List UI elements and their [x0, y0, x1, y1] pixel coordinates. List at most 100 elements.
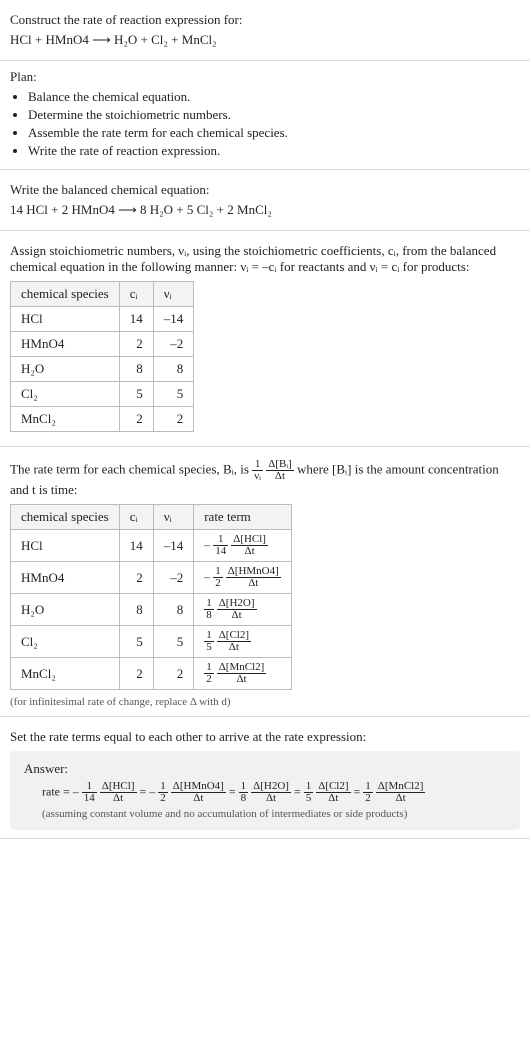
plan-item: Write the rate of reaction expression. — [28, 143, 520, 159]
cell-ci: 2 — [119, 562, 153, 594]
col-species: chemical species — [11, 505, 120, 530]
cell-rate: – 12 Δ[HMnO4]Δt — [194, 562, 292, 594]
cell-vi: –2 — [153, 332, 194, 357]
cell-vi: 5 — [153, 626, 194, 658]
term-conc-frac: Δ[H2O]Δt — [251, 781, 291, 804]
cell-vi: 8 — [153, 594, 194, 626]
table-row: MnCl₂ 2 2 12 Δ[MnCl2]Δt — [11, 658, 292, 690]
rate-conc-frac: Δ[MnCl2]Δt — [217, 662, 267, 685]
cell-species: MnCl₂ — [11, 407, 120, 432]
cell-vi: –14 — [153, 530, 194, 562]
cell-ci: 8 — [119, 594, 153, 626]
table-row: HCl 14 –14 — [11, 307, 194, 332]
table-row: HMnO4 2 –2 – 12 Δ[HMnO4]Δt — [11, 562, 292, 594]
cell-vi: –2 — [153, 562, 194, 594]
intro-equation: HCl + HMnO4 ⟶ H₂O + Cl₂ + MnCl₂ — [10, 32, 520, 48]
table-header-row: chemical species cᵢ νᵢ — [11, 282, 194, 307]
term-coef-frac: 114 — [82, 781, 97, 804]
balanced-equation: 14 HCl + 2 HMnO4 ⟶ 8 H₂O + 5 Cl₂ + 2 MnC… — [10, 202, 520, 218]
generic-conc-frac: Δ[Bᵢ]Δt — [266, 459, 294, 482]
col-vi: νᵢ — [153, 282, 194, 307]
rate-conc-frac: Δ[Cl2]Δt — [217, 630, 251, 653]
cell-species: Cl₂ — [11, 382, 120, 407]
final-section: Set the rate terms equal to each other t… — [0, 717, 530, 839]
term-conc-frac: Δ[HMnO4]Δt — [171, 781, 226, 804]
cell-vi: 5 — [153, 382, 194, 407]
cell-ci: 2 — [119, 407, 153, 432]
stoich-section: Assign stoichiometric numbers, νᵢ, using… — [0, 231, 530, 447]
cell-ci: 2 — [119, 332, 153, 357]
rate-coef-frac: 12 — [213, 566, 223, 589]
rate-coef-frac: 15 — [204, 630, 214, 653]
term-coef-frac: 12 — [158, 781, 168, 804]
cell-species: H₂O — [11, 357, 120, 382]
cell-species: Cl₂ — [11, 626, 120, 658]
plan-item: Balance the chemical equation. — [28, 89, 520, 105]
term-conc-frac: Δ[Cl2]Δt — [316, 781, 350, 804]
term-conc-frac: Δ[MnCl2]Δt — [376, 781, 426, 804]
cell-ci: 14 — [119, 530, 153, 562]
col-ci: cᵢ — [119, 282, 153, 307]
rate-coef-frac: 114 — [213, 534, 228, 557]
rate-conc-frac: Δ[HCl]Δt — [231, 534, 268, 557]
rate-coef-frac: 18 — [204, 598, 214, 621]
rateterm-intro-a: The rate term for each chemical species,… — [10, 461, 252, 476]
table-row: HMnO4 2 –2 — [11, 332, 194, 357]
plan-item: Determine the stoichiometric numbers. — [28, 107, 520, 123]
plan-item: Assemble the rate term for each chemical… — [28, 125, 520, 141]
generic-coef-frac: 1νᵢ — [252, 459, 263, 482]
cell-rate: 15 Δ[Cl2]Δt — [194, 626, 292, 658]
cell-vi: 2 — [153, 658, 194, 690]
term-sign: – — [149, 784, 155, 798]
rateterm-intro: The rate term for each chemical species,… — [10, 459, 520, 498]
stoich-intro: Assign stoichiometric numbers, νᵢ, using… — [10, 243, 520, 275]
cell-vi: –14 — [153, 307, 194, 332]
col-rate: rate term — [194, 505, 292, 530]
answer-note: (assuming constant volume and no accumul… — [42, 808, 506, 820]
balanced-label: Write the balanced chemical equation: — [10, 182, 520, 198]
term-coef-frac: 18 — [239, 781, 249, 804]
col-ci: cᵢ — [119, 505, 153, 530]
table-row: HCl 14 –14 – 114 Δ[HCl]Δt — [11, 530, 292, 562]
rate-conc-frac: Δ[HMnO4]Δt — [226, 566, 281, 589]
plan-label: Plan: — [10, 69, 520, 85]
cell-vi: 2 — [153, 407, 194, 432]
table-row: H₂O 8 8 — [11, 357, 194, 382]
final-label: Set the rate terms equal to each other t… — [10, 729, 520, 745]
table-row: Cl₂ 5 5 — [11, 382, 194, 407]
rate-conc-frac: Δ[H2O]Δt — [217, 598, 257, 621]
answer-equation: rate = – 114 Δ[HCl]Δt = – 12 Δ[HMnO4]Δt … — [42, 781, 506, 804]
cell-rate: 12 Δ[MnCl2]Δt — [194, 658, 292, 690]
rateterm-note: (for infinitesimal rate of change, repla… — [10, 696, 520, 708]
cell-vi: 8 — [153, 357, 194, 382]
cell-species: H₂O — [11, 594, 120, 626]
term-sign: – — [73, 784, 79, 798]
rateterm-table: chemical species cᵢ νᵢ rate term HCl 14 … — [10, 504, 292, 690]
cell-ci: 2 — [119, 658, 153, 690]
plan-list: Balance the chemical equation. Determine… — [10, 89, 520, 159]
plan-section: Plan: Balance the chemical equation. Det… — [0, 61, 530, 170]
rate-sign: – — [204, 569, 210, 583]
cell-rate: – 114 Δ[HCl]Δt — [194, 530, 292, 562]
cell-species: MnCl₂ — [11, 658, 120, 690]
cell-ci: 5 — [119, 626, 153, 658]
intro-title: Construct the rate of reaction expressio… — [10, 12, 520, 28]
cell-species: HCl — [11, 530, 120, 562]
rate-coef-frac: 12 — [204, 662, 214, 685]
table-row: Cl₂ 5 5 15 Δ[Cl2]Δt — [11, 626, 292, 658]
answer-label: Answer: — [24, 761, 506, 777]
cell-ci: 8 — [119, 357, 153, 382]
answer-box: Answer: rate = – 114 Δ[HCl]Δt = – 12 Δ[H… — [10, 751, 520, 830]
stoich-table: chemical species cᵢ νᵢ HCl 14 –14 HMnO4 … — [10, 281, 194, 432]
cell-ci: 5 — [119, 382, 153, 407]
term-coef-frac: 15 — [304, 781, 314, 804]
cell-species: HMnO4 — [11, 562, 120, 594]
col-vi: νᵢ — [153, 505, 194, 530]
intro-section: Construct the rate of reaction expressio… — [0, 0, 530, 61]
col-species: chemical species — [11, 282, 120, 307]
term-conc-frac: Δ[HCl]Δt — [100, 781, 137, 804]
cell-rate: 18 Δ[H2O]Δt — [194, 594, 292, 626]
table-header-row: chemical species cᵢ νᵢ rate term — [11, 505, 292, 530]
rate-sign: – — [204, 537, 210, 551]
cell-species: HCl — [11, 307, 120, 332]
